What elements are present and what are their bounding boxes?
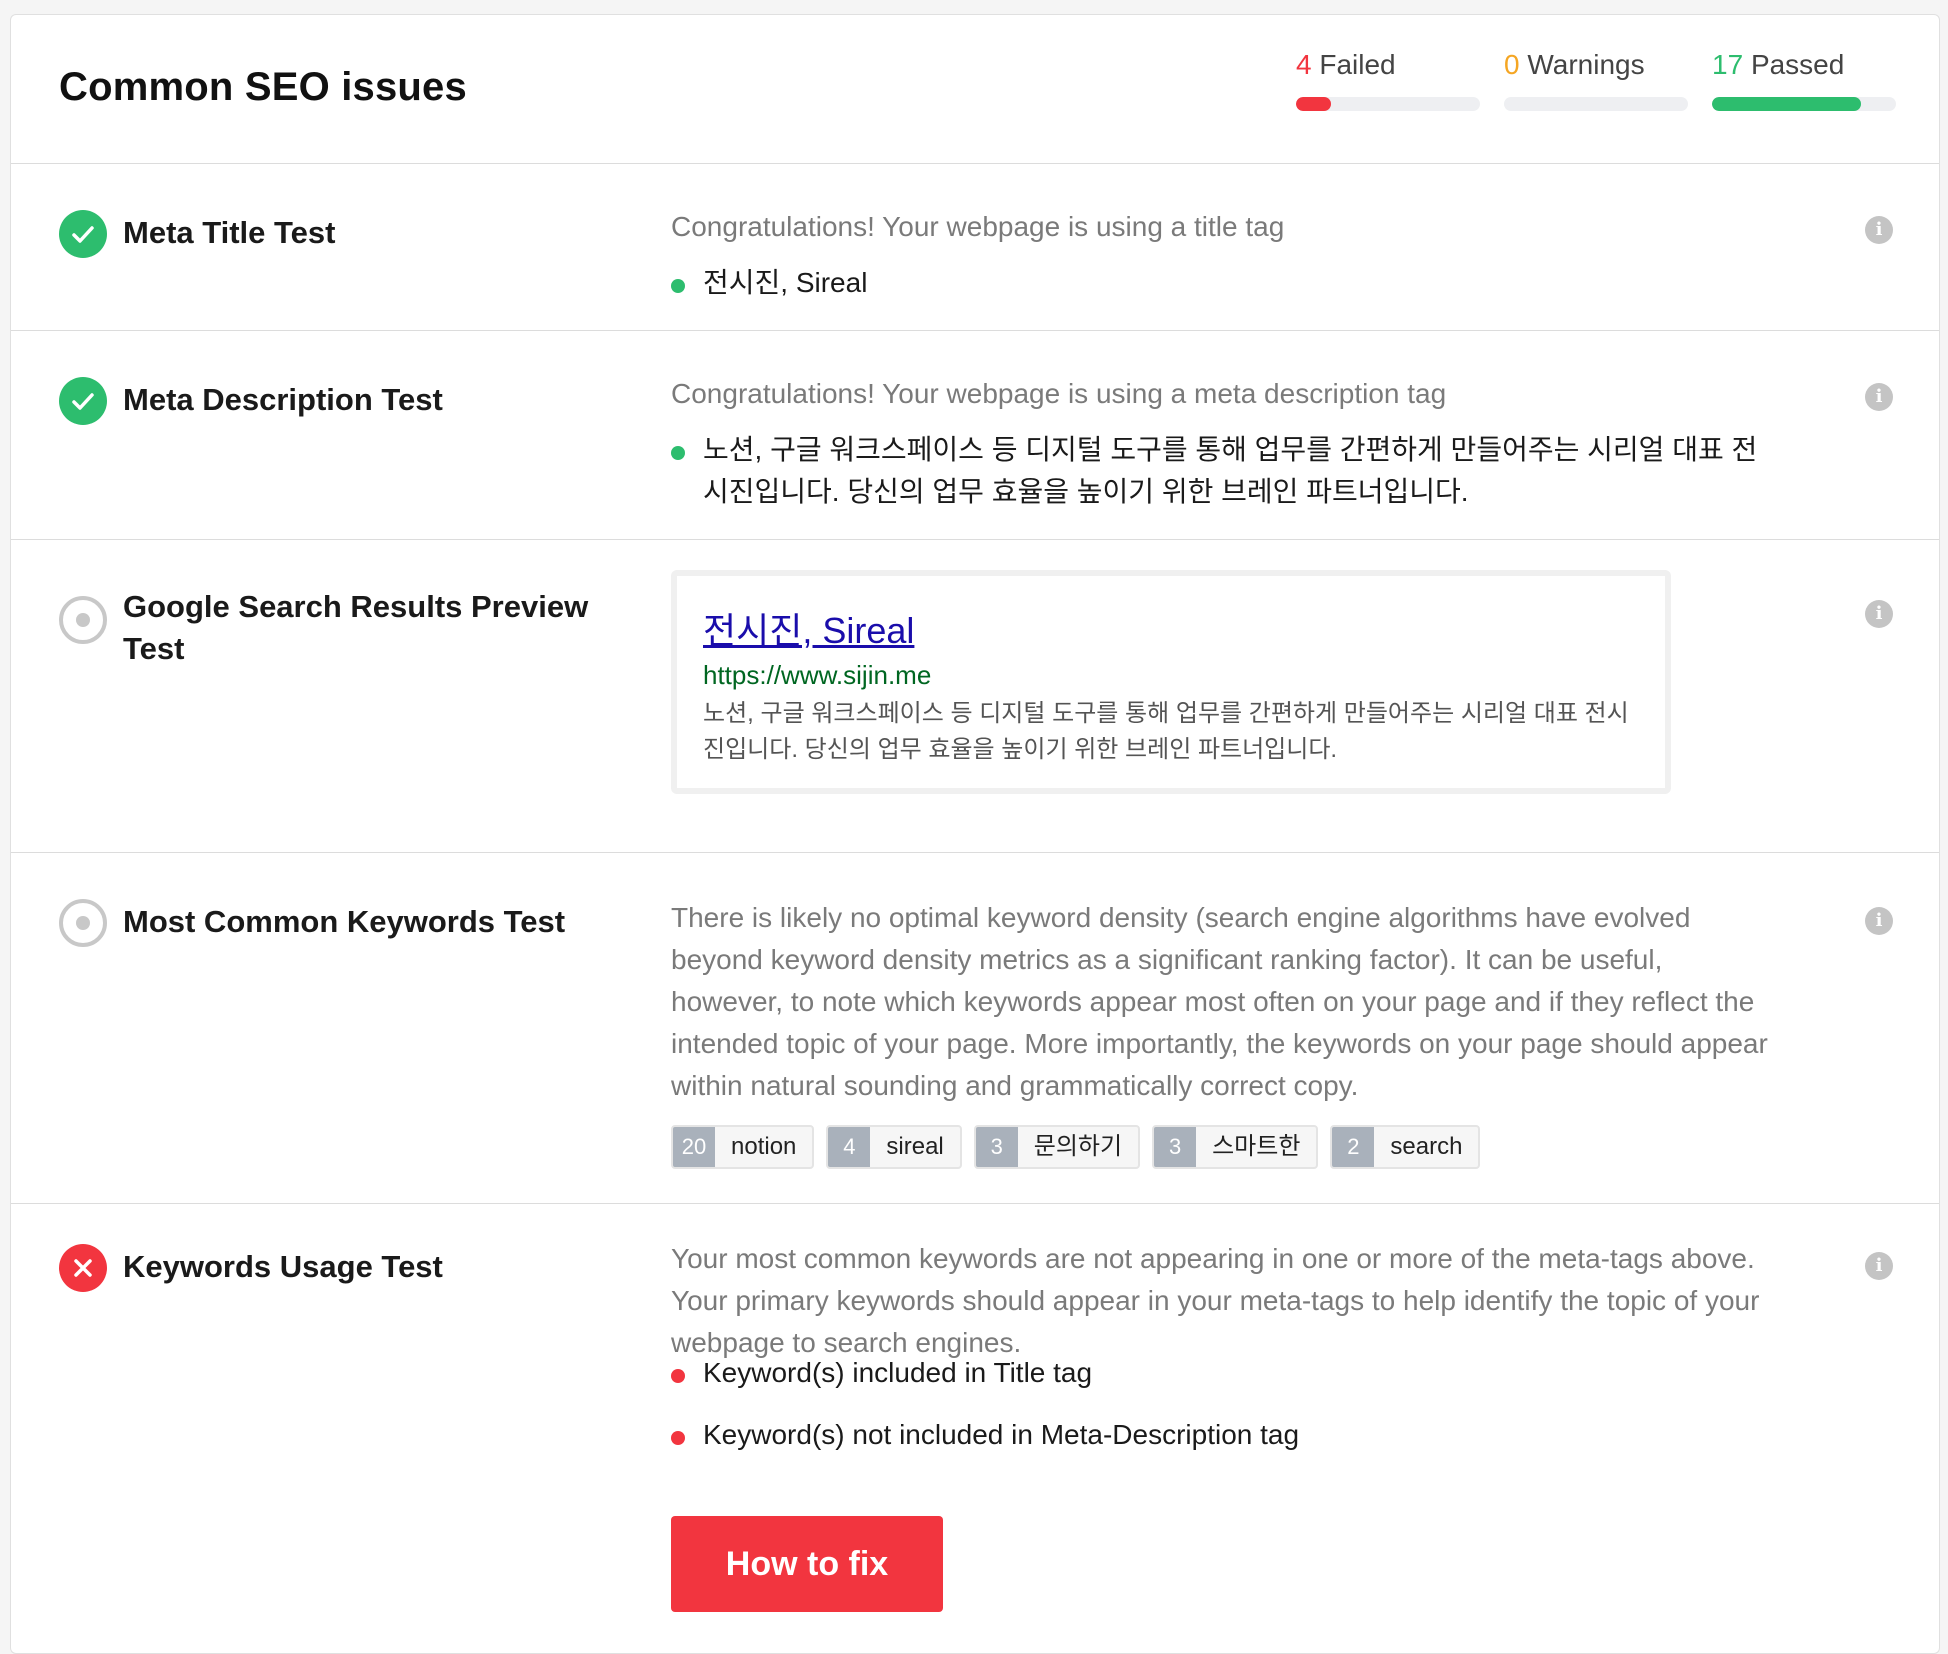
info-status-icon [59,596,107,644]
test-message: Your most common keywords are not appear… [671,1243,1760,1358]
preview-description: 노션, 구글 워크스페이스 등 디지털 도구를 통해 업무를 간편하게 만들어주… [703,700,1629,763]
passed-stat[interactable]: 17 Passed [1712,49,1896,111]
passed-progress-bar [1712,97,1896,111]
warnings-label: Warnings [1527,49,1645,80]
keyword-word: 문의하기 [1033,1133,1123,1160]
warnings-progress-bar [1504,97,1688,111]
keyword-word: sireal [886,1133,944,1160]
keyword-word: notion [731,1133,797,1160]
failed-stat[interactable]: 4 Failed [1296,49,1480,111]
info-icon[interactable]: i [1865,216,1893,244]
meta-title-value: 전시진, Sireal [703,267,868,298]
failed-progress-fill [1296,97,1331,111]
keyword-tag: 3 스마트한 [1152,1125,1319,1169]
keyword-tag: 3 문의하기 [973,1125,1141,1169]
pass-check-icon [59,210,107,258]
pass-check-icon [59,377,107,425]
preview-title-link[interactable]: 전시진, Sireal [703,602,914,654]
red-bullet-icon [671,1431,685,1445]
how-to-fix-button[interactable]: How to fix [671,1516,943,1612]
card-header: Common SEO issues 4 Failed 0 Warnings 17… [11,15,1939,164]
keyword-word: search [1390,1133,1463,1160]
keyword-list: 20 notion 4 sireal 3 문의하기 3 스마트한 2 search [671,1125,1481,1169]
google-preview-box: 전시진, Sireal https://www.sijin.me 노션, 구글 … [671,570,1671,794]
red-bullet-icon [671,1369,685,1383]
keyword-word: 스마트한 [1212,1133,1301,1160]
preview-url: https://www.sijin.me [703,660,932,690]
test-name: Meta Description Test [123,382,443,417]
serp-preview-test-row: Google Search Results Preview Test 전시진, … [11,540,1939,853]
bullet-text: Keyword(s) not included in Meta-Descript… [703,1419,1300,1450]
failed-label: Failed [1319,49,1396,80]
seo-issues-card: Common SEO issues 4 Failed 0 Warnings 17… [10,14,1940,1654]
test-name: Keywords Usage Test [123,1249,443,1284]
passed-label: Passed [1750,49,1845,80]
page-title: Common SEO issues [59,65,467,109]
keyword-count: 3 [1154,1127,1197,1167]
keywords-test-row: Most Common Keywords Test There is likel… [11,853,1939,1204]
fail-x-icon [59,1244,107,1292]
info-icon[interactable]: i [1865,1252,1893,1280]
passed-count: 17 [1712,49,1744,80]
test-name: Meta Title Test [123,215,336,250]
info-icon[interactable]: i [1865,907,1893,935]
keyword-count: 20 [673,1127,715,1167]
bullet-item: 노션, 구글 워크스페이스 등 디지털 도구를 통해 업무를 간편하게 만들어주… [671,429,1781,513]
test-message: There is likely no optimal keyword densi… [671,902,1768,1101]
keyword-count: 3 [975,1127,1018,1167]
bullet-text: Keyword(s) included in Title tag [703,1357,1093,1388]
test-name: Most Common Keywords Test [123,904,566,939]
keyword-tag: 4 sireal [826,1125,962,1169]
green-bullet-icon [671,446,685,460]
meta-description-value: 노션, 구글 워크스페이스 등 디지털 도구를 통해 업무를 간편하게 만들어주… [703,434,1758,507]
green-bullet-icon [671,279,685,293]
test-name: Google Search Results Preview Test [123,589,589,666]
warnings-count: 0 [1504,49,1520,80]
bullet-item: Keyword(s) included in Title tag [671,1352,1781,1394]
failed-progress-bar [1296,97,1480,111]
test-message: Congratulations! Your webpage is using a… [671,378,1447,409]
keyword-count: 4 [828,1127,871,1167]
bullet-item: Keyword(s) not included in Meta-Descript… [671,1414,1781,1456]
passed-progress-fill [1712,97,1862,111]
keywords-usage-test-row: Keywords Usage Test Your most common key… [11,1204,1939,1653]
info-icon[interactable]: i [1865,600,1893,628]
keyword-count: 2 [1332,1127,1375,1167]
bullet-item: 전시진, Sireal [671,262,1781,304]
warnings-stat[interactable]: 0 Warnings [1504,49,1688,111]
info-status-icon [59,899,107,947]
meta-description-test-row: Meta Description Test Congratulations! Y… [11,331,1939,540]
failed-count: 4 [1296,49,1312,80]
test-message: Congratulations! Your webpage is using a… [671,211,1285,242]
keyword-tag: 20 notion [671,1125,815,1169]
info-icon[interactable]: i [1865,383,1893,411]
meta-title-test-row: Meta Title Test Congratulations! Your we… [11,164,1939,331]
keyword-tag: 2 search [1330,1125,1481,1169]
